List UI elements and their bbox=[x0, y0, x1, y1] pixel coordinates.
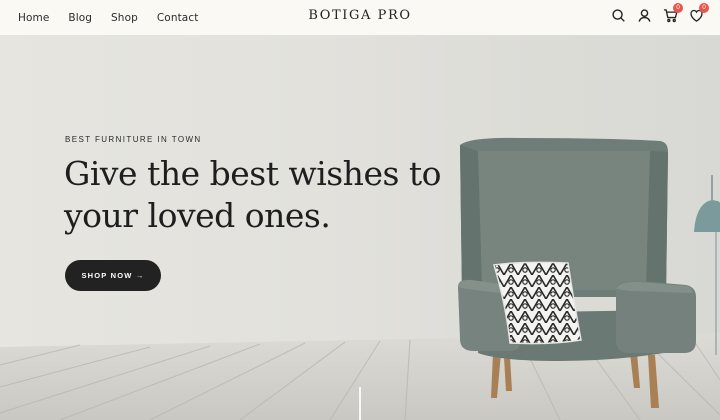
hero-headline: Give the best wishes to your loved ones. bbox=[64, 154, 442, 235]
nav-blog-link[interactable]: Blog bbox=[68, 12, 92, 24]
user-icon[interactable] bbox=[637, 8, 652, 23]
cart-count-badge: 0 bbox=[673, 3, 683, 13]
nav-home-link[interactable]: Home bbox=[18, 12, 49, 24]
hero-eyebrow: BEST FURNITURE IN TOWN bbox=[65, 135, 202, 144]
site-logo[interactable]: BOTIGA PRO bbox=[308, 8, 411, 23]
shop-now-button[interactable]: SHOP NOW → bbox=[65, 260, 161, 291]
cart-icon[interactable]: 0 bbox=[663, 3, 683, 23]
search-icon[interactable] bbox=[611, 8, 626, 23]
nav-contact-link[interactable]: Contact bbox=[157, 12, 199, 24]
wishlist-count-badge: 0 bbox=[699, 3, 709, 13]
nav-shop-link[interactable]: Shop bbox=[111, 12, 138, 24]
hero-section: BEST FURNITURE IN TOWN Give the best wis… bbox=[0, 35, 720, 420]
wishlist-icon[interactable]: 0 bbox=[689, 3, 709, 23]
header-actions: 0 0 bbox=[611, 3, 709, 23]
site-header: Home Blog Shop Contact BOTIGA PRO 0 0 bbox=[0, 0, 720, 35]
main-nav: Home Blog Shop Contact bbox=[18, 0, 217, 35]
